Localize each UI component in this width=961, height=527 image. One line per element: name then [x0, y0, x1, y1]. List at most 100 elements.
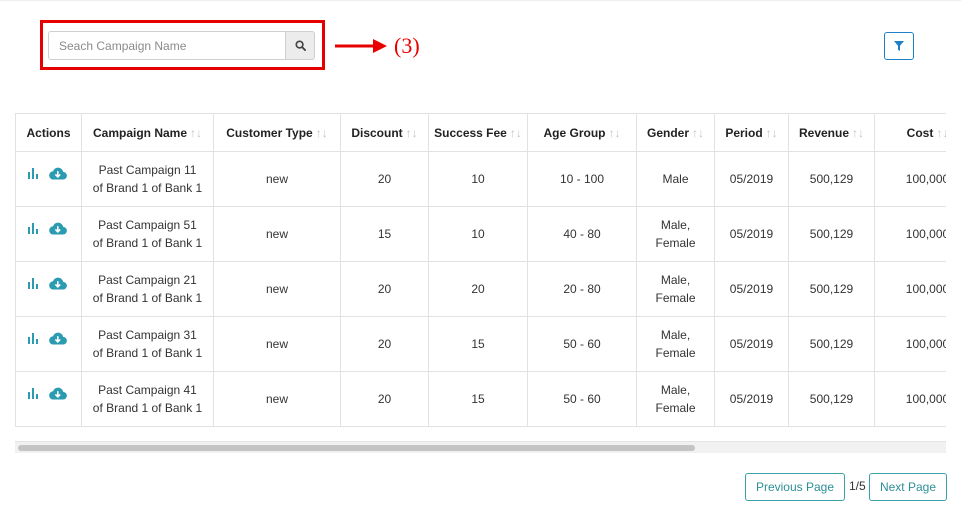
sort-icon[interactable]: ↑↓ [316, 126, 328, 140]
gender-line-2: Female [655, 291, 696, 305]
revenue-cell: 500,129 [788, 206, 875, 262]
previous-page-button[interactable]: Previous Page [745, 473, 845, 501]
bar-chart-icon[interactable] [27, 278, 39, 290]
cost-cell: 100,000 [874, 316, 946, 372]
actions-cell [15, 371, 82, 427]
discount-cell: 20 [340, 371, 429, 427]
campaign-name-line-2: of Brand 1 of Bank 1 [92, 181, 203, 195]
table-row: Past Campaign 21 of Brand 1 of Bank 1 ne… [15, 261, 946, 317]
discount-cell: 15 [340, 206, 429, 262]
revenue-cell: 500,129 [788, 316, 875, 372]
customer-type-cell: new [213, 261, 341, 317]
age-group-cell: 40 - 80 [527, 206, 637, 262]
gender-line-2: Female [655, 401, 696, 415]
cost-cell: 100,000 [874, 261, 946, 317]
column-header-discount[interactable]: Discount ↑↓ [340, 113, 429, 152]
column-header-cost[interactable]: Cost ↑↓ [874, 113, 946, 152]
cloud-download-icon[interactable] [48, 167, 68, 180]
table-row: Past Campaign 51 of Brand 1 of Bank 1 ne… [15, 206, 946, 262]
filter-button[interactable] [884, 32, 914, 60]
revenue-cell: 500,129 [788, 151, 875, 207]
table-row: Past Campaign 11 of Brand 1 of Bank 1 ne… [15, 151, 946, 207]
bar-chart-icon[interactable] [27, 333, 39, 345]
column-header-period[interactable]: Period ↑↓ [714, 113, 789, 152]
actions-cell [15, 261, 82, 317]
success-fee-cell: 20 [428, 261, 528, 317]
cloud-download-icon[interactable] [48, 332, 68, 345]
filter-icon [894, 41, 904, 51]
period-cell: 05/2019 [714, 151, 789, 207]
cloud-download-icon[interactable] [48, 222, 68, 235]
bar-chart-icon[interactable] [27, 223, 39, 235]
campaign-table-container: Actions Campaign Name ↑↓ Customer Type ↑↓ … [15, 113, 946, 455]
gender-line-1: Male, [660, 383, 691, 397]
gender-line-1: Male [662, 172, 689, 186]
annotation-label: (3) [394, 33, 420, 58]
sort-icon[interactable]: ↑↓ [852, 126, 864, 140]
discount-cell: 20 [340, 261, 429, 317]
column-header-success-fee[interactable]: Success Fee ↑↓ [428, 113, 528, 152]
top-divider [0, 0, 961, 1]
sort-icon[interactable]: ↑↓ [510, 126, 522, 140]
campaign-name-cell: Past Campaign 11 of Brand 1 of Bank 1 [81, 151, 214, 207]
column-header-gender[interactable]: Gender ↑↓ [636, 113, 715, 152]
revenue-cell: 500,129 [788, 261, 875, 317]
horizontal-scrollbar[interactable] [15, 441, 946, 453]
period-cell: 05/2019 [714, 316, 789, 372]
sort-icon[interactable]: ↑↓ [609, 126, 621, 140]
campaign-name-line-2: of Brand 1 of Bank 1 [92, 291, 203, 305]
search-icon [294, 40, 306, 51]
gender-cell: Male, Female [636, 261, 715, 317]
gender-line-2: Female [655, 236, 696, 250]
age-group-cell: 20 - 80 [527, 261, 637, 317]
sort-icon[interactable]: ↑↓ [936, 126, 946, 140]
campaign-table: Actions Campaign Name ↑↓ Customer Type ↑↓ … [15, 113, 946, 427]
success-fee-cell: 10 [428, 151, 528, 207]
bar-chart-icon[interactable] [27, 388, 39, 400]
next-page-button[interactable]: Next Page [869, 473, 947, 501]
actions-cell [15, 206, 82, 262]
sort-icon[interactable]: ↑↓ [190, 126, 202, 140]
column-header-revenue[interactable]: Revenue ↑↓ [788, 113, 875, 152]
actions-cell [15, 151, 82, 207]
age-group-cell: 10 - 100 [527, 151, 637, 207]
gender-line-1: Male, [660, 328, 691, 342]
column-header-campaign-name[interactable]: Campaign Name ↑↓ [81, 113, 214, 152]
campaign-name-line-1: Past Campaign 51 [98, 218, 197, 232]
table-header-row: Actions Campaign Name ↑↓ Customer Type ↑↓ … [15, 113, 946, 152]
sort-icon[interactable]: ↑↓ [692, 126, 704, 140]
search-button[interactable] [285, 31, 315, 60]
column-header-age-group[interactable]: Age Group ↑↓ [527, 113, 637, 152]
gender-line-2: Female [655, 346, 696, 360]
period-cell: 05/2019 [714, 206, 789, 262]
campaign-name-line-1: Past Campaign 11 [98, 163, 197, 177]
campaign-name-line-1: Past Campaign 41 [98, 383, 197, 397]
campaign-name-cell: Past Campaign 41 of Brand 1 of Bank 1 [81, 371, 214, 427]
table-row: Past Campaign 41 of Brand 1 of Bank 1 ne… [15, 371, 946, 427]
column-header-customer-type[interactable]: Customer Type ↑↓ [213, 113, 341, 152]
cost-cell: 100,000 [874, 151, 946, 207]
campaign-name-line-2: of Brand 1 of Bank 1 [92, 346, 203, 360]
sort-icon[interactable]: ↑↓ [406, 126, 418, 140]
page-indicator: 1/5 [849, 479, 866, 493]
age-group-cell: 50 - 60 [527, 371, 637, 427]
scrollbar-thumb[interactable] [18, 445, 695, 451]
table-row: Past Campaign 31 of Brand 1 of Bank 1 ne… [15, 316, 946, 372]
sort-icon[interactable]: ↑↓ [766, 126, 778, 140]
customer-type-cell: new [213, 316, 341, 372]
column-header-actions: Actions [15, 113, 82, 152]
cost-cell: 100,000 [874, 206, 946, 262]
customer-type-cell: new [213, 371, 341, 427]
revenue-cell: 500,129 [788, 371, 875, 427]
customer-type-cell: new [213, 151, 341, 207]
customer-type-cell: new [213, 206, 341, 262]
cloud-download-icon[interactable] [48, 387, 68, 400]
search-bar [48, 31, 315, 60]
age-group-cell: 50 - 60 [527, 316, 637, 372]
search-input[interactable] [48, 31, 285, 60]
campaign-name-line-2: of Brand 1 of Bank 1 [92, 236, 203, 250]
gender-cell: Male, Female [636, 371, 715, 427]
cloud-download-icon[interactable] [48, 277, 68, 290]
bar-chart-icon[interactable] [27, 168, 39, 180]
gender-cell: Male, Female [636, 316, 715, 372]
